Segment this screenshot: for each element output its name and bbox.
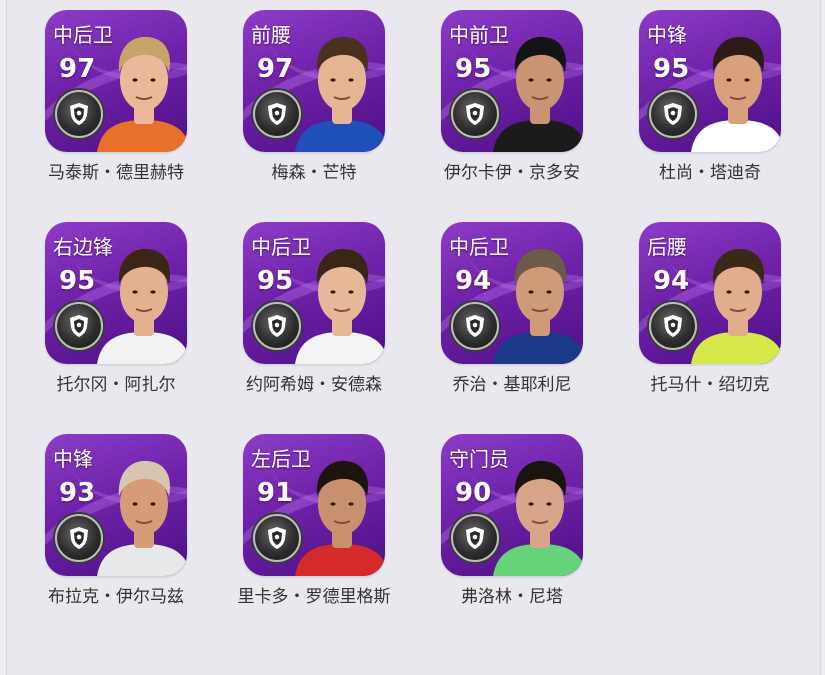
badge-icon [451, 514, 499, 562]
player-rating: 93 [59, 478, 96, 508]
player-card-image: 后腰 94 [639, 222, 781, 364]
shield-icon [664, 315, 682, 337]
player-card[interactable]: 前腰 97 梅森・芒特 [243, 10, 441, 222]
player-name: 杜尚・塔迪奇 [659, 163, 761, 183]
player-card-image: 中锋 95 [639, 10, 781, 152]
badge-icon [649, 90, 697, 138]
player-rating: 94 [455, 266, 492, 296]
badge-icon [55, 302, 103, 350]
badge-icon [55, 90, 103, 138]
player-card-image: 守门员 90 [441, 434, 583, 576]
shield-icon [268, 103, 286, 125]
player-card[interactable]: 后腰 94 托马什・绍切克 [639, 222, 825, 434]
player-name: 托马什・绍切克 [650, 375, 770, 395]
shield-icon [466, 103, 484, 125]
player-rating: 94 [653, 266, 690, 296]
player-name: 约阿希姆・安德森 [246, 375, 382, 395]
player-position: 守门员 [449, 447, 509, 471]
player-card-image: 中后卫 94 [441, 222, 583, 364]
badge-icon [649, 302, 697, 350]
player-rating: 91 [257, 478, 294, 508]
player-name: 弗洛林・尼塔 [461, 587, 563, 607]
player-name: 托尔冈・阿扎尔 [56, 375, 176, 395]
player-name: 乔治・基耶利尼 [452, 375, 572, 395]
player-position: 后腰 [647, 235, 687, 259]
player-position: 左后卫 [251, 447, 311, 471]
player-card[interactable]: 中后卫 95 约阿希姆・安德森 [243, 222, 441, 434]
player-card[interactable]: 守门员 90 弗洛林・尼塔 [441, 434, 639, 646]
shield-icon [70, 527, 88, 549]
shield-icon [466, 315, 484, 337]
badge-icon [253, 302, 301, 350]
player-name: 里卡多・罗德里格斯 [237, 587, 391, 607]
player-rating: 90 [455, 478, 492, 508]
player-grid: 中后卫 97 马泰斯・德里赫特 前腰 97 梅森・芒特 中前卫 95 伊尔卡伊・… [45, 10, 825, 646]
badge-icon [253, 90, 301, 138]
shield-icon [268, 315, 286, 337]
player-list-panel: 中后卫 97 马泰斯・德里赫特 前腰 97 梅森・芒特 中前卫 95 伊尔卡伊・… [6, 0, 821, 675]
shield-icon [70, 315, 88, 337]
player-card[interactable]: 中锋 95 杜尚・塔迪奇 [639, 10, 825, 222]
player-card[interactable]: 左后卫 91 里卡多・罗德里格斯 [238, 434, 441, 646]
shield-icon [466, 527, 484, 549]
player-card[interactable]: 右边锋 95 托尔冈・阿扎尔 [45, 222, 243, 434]
player-card-image: 中后卫 95 [243, 222, 385, 364]
player-card-image: 中前卫 95 [441, 10, 583, 152]
player-portrait [691, 248, 781, 364]
shield-icon [268, 527, 286, 549]
player-position: 中后卫 [251, 235, 311, 259]
player-rating: 95 [257, 266, 294, 296]
player-position: 前腰 [251, 23, 291, 47]
badge-icon [55, 514, 103, 562]
player-position: 中后卫 [449, 235, 509, 259]
player-position: 中后卫 [53, 23, 113, 47]
player-name: 梅森・芒特 [271, 163, 357, 183]
player-name: 马泰斯・德里赫特 [48, 163, 184, 183]
player-name: 伊尔卡伊・京多安 [444, 163, 580, 183]
player-rating: 97 [257, 54, 294, 84]
shield-icon [70, 103, 88, 125]
player-card[interactable]: 中锋 93 布拉克・伊尔马兹 [45, 434, 243, 646]
player-position: 中锋 [53, 447, 93, 471]
badge-icon [451, 90, 499, 138]
player-name: 布拉克・伊尔马兹 [48, 587, 184, 607]
badge-icon [451, 302, 499, 350]
player-card-image: 中后卫 97 [45, 10, 187, 152]
player-position: 中锋 [647, 23, 687, 47]
shield-icon [664, 103, 682, 125]
player-card[interactable]: 中后卫 97 马泰斯・德里赫特 [45, 10, 243, 222]
player-portrait [691, 36, 781, 152]
player-rating: 95 [455, 54, 492, 84]
player-card-image: 中锋 93 [45, 434, 187, 576]
player-card-image: 左后卫 91 [243, 434, 385, 576]
player-card-image: 右边锋 95 [45, 222, 187, 364]
player-rating: 95 [653, 54, 690, 84]
player-rating: 95 [59, 266, 96, 296]
player-portrait [97, 460, 187, 576]
player-position: 中前卫 [449, 23, 509, 47]
player-position: 右边锋 [53, 235, 113, 259]
player-portrait [295, 36, 385, 152]
player-card[interactable]: 中前卫 95 伊尔卡伊・京多安 [441, 10, 639, 222]
player-card[interactable]: 中后卫 94 乔治・基耶利尼 [441, 222, 639, 434]
player-card-image: 前腰 97 [243, 10, 385, 152]
badge-icon [253, 514, 301, 562]
player-rating: 97 [59, 54, 96, 84]
